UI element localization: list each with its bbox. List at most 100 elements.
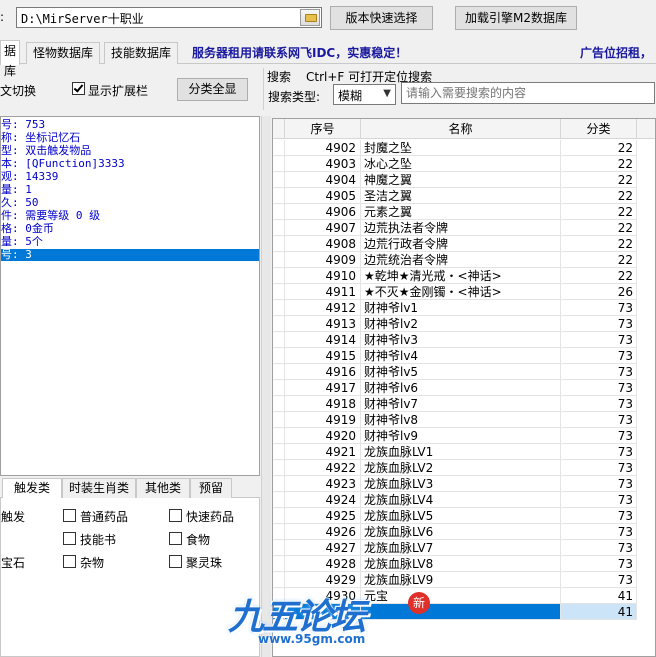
row-selector[interactable] — [273, 588, 285, 604]
filter-skill-book-label[interactable]: 技能书 — [80, 531, 116, 548]
cell-name[interactable]: 龙族血脉LV4 — [361, 492, 561, 508]
tab-fashion-zodiac-category[interactable]: 时装生肖类 — [62, 478, 136, 498]
row-selector[interactable] — [273, 572, 285, 588]
table-row[interactable]: 4902 封魔之坠 22 — [273, 140, 655, 156]
cell-category[interactable]: 73 — [561, 364, 637, 380]
row-selector[interactable] — [273, 156, 285, 172]
cell-name[interactable]: 龙族血脉LV7 — [361, 540, 561, 556]
table-row[interactable]: 4921 龙族血脉LV1 73 — [273, 444, 655, 460]
filter-misc-label[interactable]: 杂物 — [80, 554, 104, 571]
language-toggle[interactable]: 文切换 — [0, 82, 36, 99]
table-row[interactable]: 4927 龙族血脉LV7 73 — [273, 540, 655, 556]
cell-id[interactable]: 4905 — [285, 188, 361, 204]
table-row[interactable]: 4920 财神爷lv9 73 — [273, 428, 655, 444]
cell-name[interactable]: ★不灭★金刚镯・<神话> — [361, 284, 561, 300]
info-row-number[interactable]: 号: 3 — [1, 249, 259, 261]
row-selector[interactable] — [273, 540, 285, 556]
cell-category[interactable]: 73 — [561, 300, 637, 316]
cell-category[interactable]: 22 — [561, 220, 637, 236]
browse-folder-button[interactable] — [300, 9, 320, 26]
filter-food-label[interactable]: 食物 — [186, 531, 210, 548]
table-row[interactable]: 4908 边荒行政者令牌 22 — [273, 236, 655, 252]
tab-skill-database[interactable]: 技能数据库 — [104, 42, 178, 64]
table-row[interactable]: 4910 ★乾坤★清光戒・<神话> 22 — [273, 268, 655, 284]
table-row[interactable]: 4930 元宝 41 — [273, 588, 655, 604]
item-grid[interactable]: 序号 名称 分类 4902 封魔之坠 22 4903 冰心之坠 22 4904 神魔之翼 22 4… — [272, 118, 656, 657]
row-selector[interactable] — [273, 492, 285, 508]
table-row[interactable]: 4912 财神爷lv1 73 — [273, 300, 655, 316]
row-selector[interactable] — [273, 604, 285, 620]
cell-name[interactable]: 边荒行政者令牌 — [361, 236, 561, 252]
cell-category[interactable]: 73 — [561, 332, 637, 348]
row-selector[interactable] — [273, 348, 285, 364]
table-row[interactable]: 4925 龙族血脉LV5 73 — [273, 508, 655, 524]
filter-spirit-bead-checkbox[interactable] — [169, 555, 182, 568]
cell-id[interactable]: 4916 — [285, 364, 361, 380]
cell-name[interactable]: 财神爷lv5 — [361, 364, 561, 380]
cell-name[interactable]: 元素之翼 — [361, 204, 561, 220]
cell-category[interactable]: 22 — [561, 204, 637, 220]
show-extension-label[interactable]: 显示扩展栏 — [88, 82, 148, 99]
cell-id[interactable]: 4917 — [285, 380, 361, 396]
cell-category[interactable]: 22 — [561, 140, 637, 156]
cell-id[interactable]: 4906 — [285, 204, 361, 220]
info-row-price[interactable]: 格: 0金币 — [1, 223, 259, 235]
table-row[interactable]: 4918 财神爷lv7 73 — [273, 396, 655, 412]
cell-name[interactable]: 冰心之坠 — [361, 156, 561, 172]
item-detail-panel[interactable]: 号: 753 称: 坐标记忆石 型: 双击触发物品 本: [QFunction]… — [0, 116, 260, 476]
ad-slot-link[interactable]: 广告位招租， — [580, 44, 652, 61]
filter-gem-label[interactable]: 宝石 — [1, 554, 25, 571]
cell-name[interactable]: 财神爷lv3 — [361, 332, 561, 348]
tab-monster-database[interactable]: 怪物数据库 — [26, 42, 100, 64]
info-row-weight[interactable]: 量: 1 — [1, 184, 259, 196]
table-row[interactable]: 4904 神魔之翼 22 — [273, 172, 655, 188]
cell-name[interactable]: 神魔之翼 — [361, 172, 561, 188]
row-selector[interactable] — [273, 508, 285, 524]
cell-id[interactable]: 4910 — [285, 268, 361, 284]
info-row-appearance[interactable]: 观: 14339 — [1, 171, 259, 183]
row-selector[interactable] — [273, 188, 285, 204]
cell-name[interactable]: 财神爷lv1 — [361, 300, 561, 316]
panel-splitter[interactable] — [261, 116, 271, 657]
cell-id[interactable]: 4925 — [285, 508, 361, 524]
table-row[interactable]: 4917 财神爷lv6 73 — [273, 380, 655, 396]
row-selector[interactable] — [273, 460, 285, 476]
row-selector[interactable] — [273, 332, 285, 348]
cell-id[interactable]: 4930 — [285, 588, 361, 604]
row-selector[interactable] — [273, 428, 285, 444]
cell-category[interactable]: 73 — [561, 508, 637, 524]
row-selector[interactable] — [273, 300, 285, 316]
show-extension-checkbox[interactable] — [72, 82, 85, 95]
cell-id[interactable]: 4902 — [285, 140, 361, 156]
row-selector[interactable] — [273, 396, 285, 412]
cell-category[interactable]: 73 — [561, 540, 637, 556]
cell-category[interactable]: 73 — [561, 444, 637, 460]
grid-header-name[interactable]: 名称 — [361, 119, 561, 139]
cell-name[interactable]: 龙族血脉LV5 — [361, 508, 561, 524]
info-row-durability[interactable]: 久: 50 — [1, 197, 259, 209]
filter-misc-checkbox[interactable] — [63, 555, 76, 568]
table-row[interactable]: 4923 龙族血脉LV3 73 — [273, 476, 655, 492]
row-selector[interactable] — [273, 140, 285, 156]
cell-name[interactable]: 封魔之坠 — [361, 140, 561, 156]
cell-category[interactable]: 73 — [561, 316, 637, 332]
cell-category[interactable]: 41 — [561, 588, 637, 604]
cell-name[interactable]: 边荒执法者令牌 — [361, 220, 561, 236]
table-row[interactable]: 4922 龙族血脉LV2 73 — [273, 460, 655, 476]
row-selector[interactable] — [273, 284, 285, 300]
cell-name[interactable]: 圣洁之翼 — [361, 188, 561, 204]
table-row[interactable]: 4924 龙族血脉LV4 73 — [273, 492, 655, 508]
cell-category[interactable]: 22 — [561, 252, 637, 268]
table-row[interactable]: 4916 财神爷lv5 73 — [273, 364, 655, 380]
row-selector[interactable] — [273, 204, 285, 220]
cell-id[interactable]: 4922 — [285, 460, 361, 476]
cell-category[interactable]: 73 — [561, 460, 637, 476]
cell-name[interactable]: 龙族血脉LV3 — [361, 476, 561, 492]
cell-category[interactable]: 73 — [561, 556, 637, 572]
search-type-select[interactable]: 模糊 ▼ — [333, 84, 396, 105]
cell-category[interactable]: 73 — [561, 380, 637, 396]
info-row-id[interactable]: 号: 753 — [1, 119, 259, 131]
row-selector[interactable] — [273, 220, 285, 236]
cell-category[interactable]: 22 — [561, 236, 637, 252]
table-row[interactable]: 4919 财神爷lv8 73 — [273, 412, 655, 428]
